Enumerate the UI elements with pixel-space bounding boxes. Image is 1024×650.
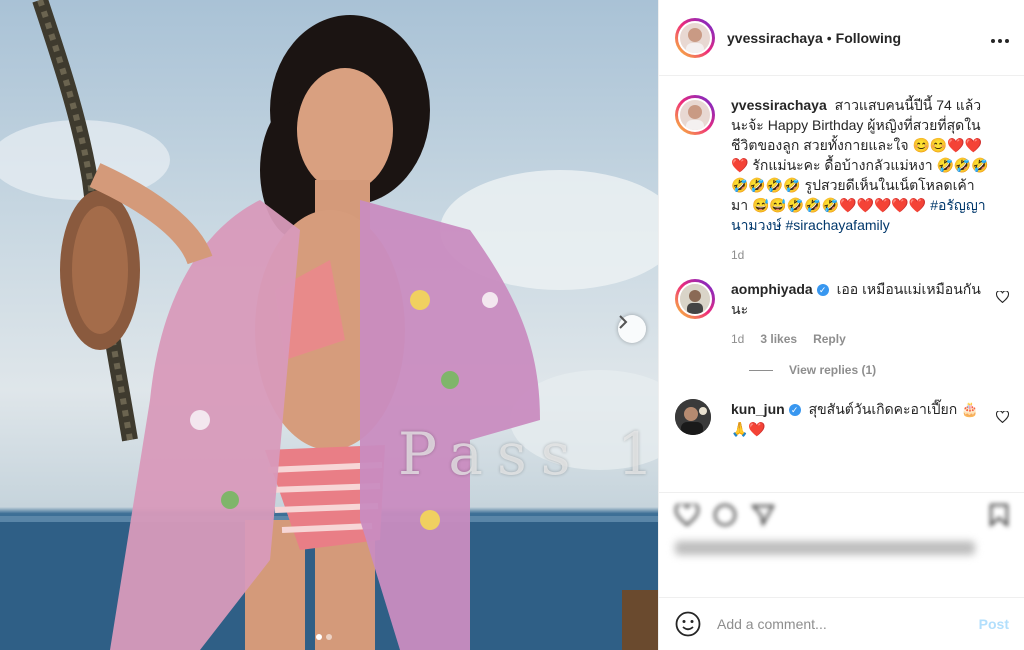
comment-body: kun_jun ✓ สุขสันต์วันเกิดคะอาเปี๊ยก 🎂🙏❤️ — [731, 399, 1009, 439]
comment-username[interactable]: aomphiyada — [731, 281, 813, 297]
avatar — [678, 20, 712, 55]
more-options-button[interactable] — [991, 26, 1009, 49]
photo-illustration — [0, 0, 658, 650]
avatar — [678, 282, 712, 316]
carousel-dots — [316, 634, 332, 640]
verified-icon: ✓ — [816, 284, 829, 296]
comments-list[interactable]: yvessirachaya สาวแสบคนนี้ปีนี้ 74 แล้วนะ… — [659, 77, 1024, 492]
blurred-likes — [675, 541, 975, 555]
bookmark-icon[interactable] — [989, 503, 1009, 527]
post-side-panel: yvessirachaya • Following yvessirachaya … — [658, 0, 1024, 650]
emoji-icon[interactable] — [675, 611, 701, 637]
heart-icon[interactable] — [996, 291, 1009, 303]
comment-item: kun_jun ✓ สุขสันต์วันเกิดคะอาเปี๊ยก 🎂🙏❤️ — [675, 399, 1009, 439]
add-comment-bar: Post — [659, 597, 1024, 650]
heart-icon[interactable] — [996, 411, 1009, 423]
comment-avatar-ring[interactable] — [675, 279, 715, 319]
view-replies-label: View replies (1) — [789, 363, 877, 377]
post-comment-button[interactable]: Post — [979, 616, 1009, 632]
caption-avatar-ring[interactable] — [675, 95, 715, 135]
caption-text: สาวแสบคนนี้ปีนี้ 74 แล้วนะจ้ะ Happy Birt… — [731, 97, 989, 213]
comment-item: aomphiyada ✓ เออ เหมือนแม่เหมือนกันนะ 1d … — [675, 279, 1009, 349]
header-separator: • — [826, 29, 832, 46]
comment-input[interactable] — [715, 615, 979, 633]
view-replies-button[interactable]: View replies (1) — [749, 363, 1009, 377]
comment-body: aomphiyada ✓ เออ เหมือนแม่เหมือนกันนะ 1d … — [731, 279, 1009, 349]
carousel-dot-active — [316, 634, 322, 640]
author-avatar-ring[interactable] — [675, 17, 715, 58]
next-slide-button[interactable] — [618, 315, 646, 343]
more-horizontal-icon — [991, 39, 1009, 43]
heart-icon[interactable] — [675, 504, 699, 526]
comment-time[interactable]: 1d — [731, 329, 744, 349]
replies-divider — [749, 369, 773, 371]
action-icons-row — [659, 493, 1024, 527]
post-photo[interactable]: Pass 13 — [0, 0, 658, 650]
caption-username[interactable]: yvessirachaya — [731, 97, 827, 113]
comment-icon[interactable] — [713, 503, 737, 527]
comment-likes[interactable]: 3 likes — [760, 329, 797, 349]
caption-time[interactable]: 1d — [731, 245, 991, 265]
reply-button[interactable]: Reply — [813, 329, 846, 349]
caption-body: yvessirachaya สาวแสบคนนี้ปีนี้ 74 แล้วนะ… — [731, 95, 1009, 265]
chevron-right-icon — [619, 315, 628, 329]
photo-watermark: Pass 13 — [398, 420, 658, 488]
comment-meta: 1d 3 likes Reply — [731, 329, 991, 349]
following-button[interactable]: Following — [836, 30, 901, 46]
share-icon[interactable] — [751, 503, 775, 527]
avatar[interactable] — [675, 399, 711, 435]
verified-icon: ✓ — [788, 404, 801, 416]
post-actions — [659, 492, 1024, 598]
comment-username[interactable]: kun_jun — [731, 401, 785, 417]
caption: yvessirachaya สาวแสบคนนี้ปีนี้ 74 แล้วนะ… — [675, 95, 1009, 265]
avatar — [678, 98, 712, 132]
carousel-dot — [326, 634, 332, 640]
post-header: yvessirachaya • Following — [659, 0, 1024, 76]
author-username[interactable]: yvessirachaya — [727, 30, 823, 46]
